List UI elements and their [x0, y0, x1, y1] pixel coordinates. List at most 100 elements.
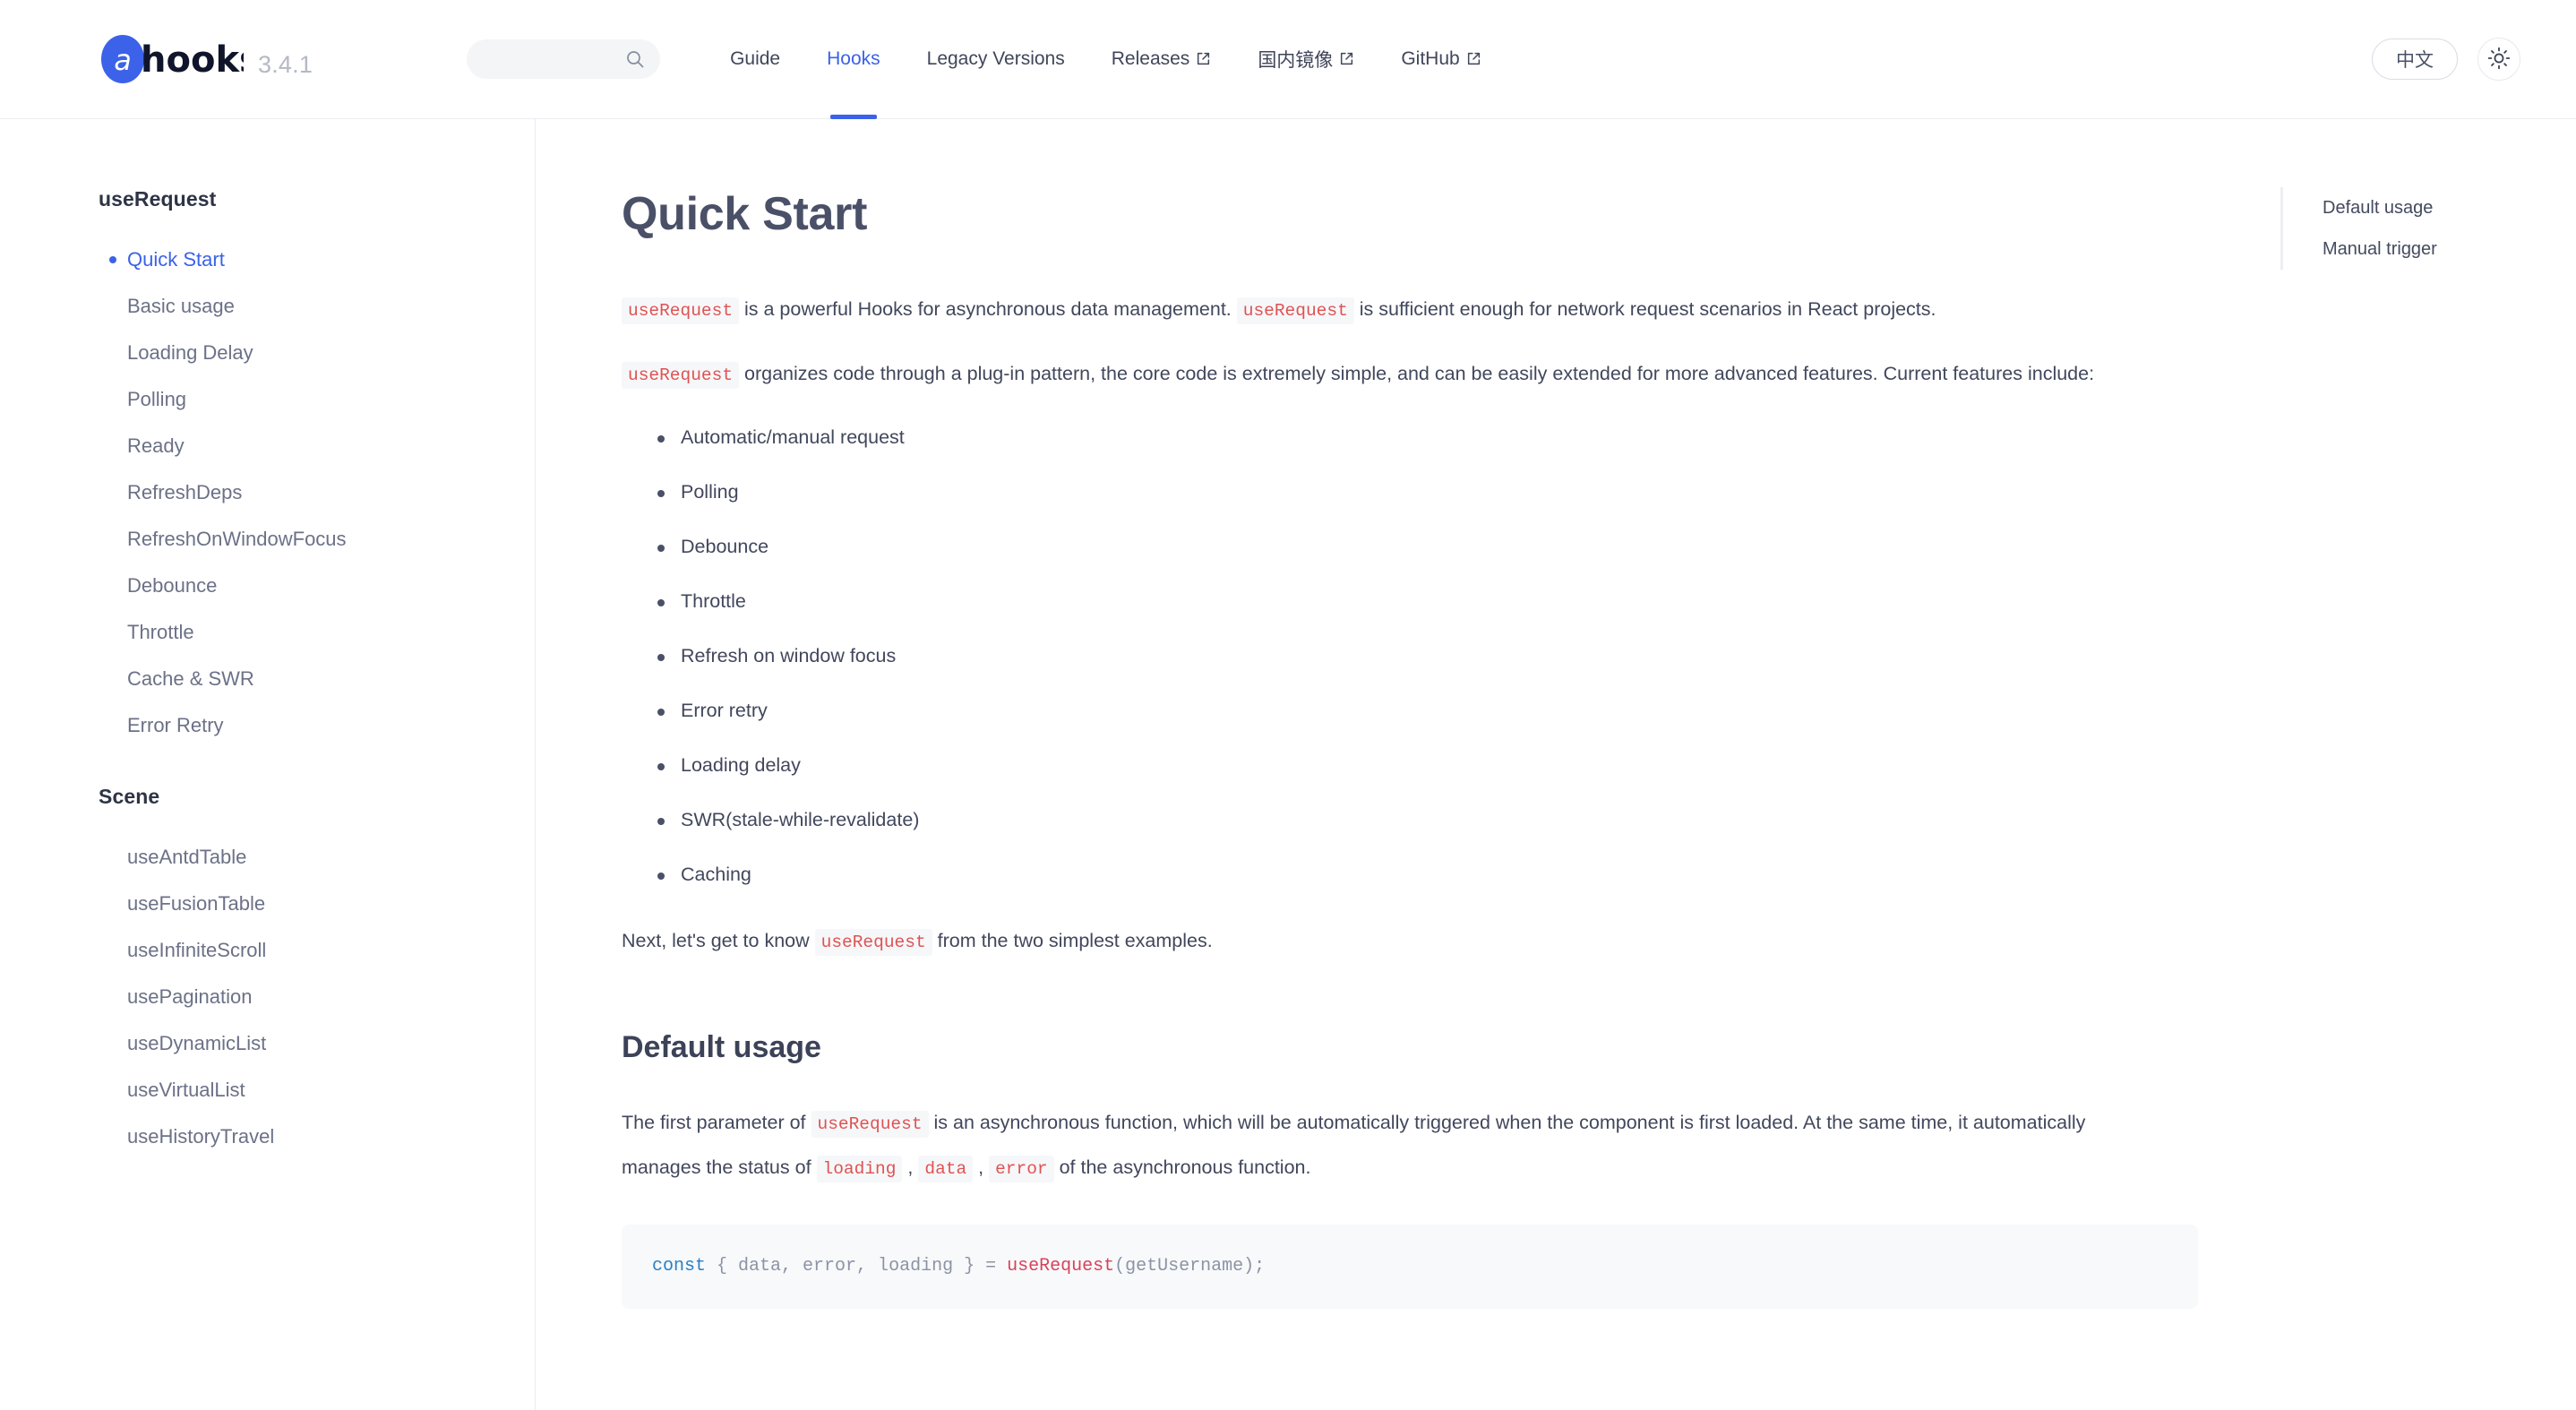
sidebar-item-label: useFusionTable: [127, 892, 266, 915]
external-link-icon: [1466, 51, 1481, 68]
paragraph-text: organizes code through a plug-in pattern…: [739, 363, 2095, 384]
inline-code: useRequest: [814, 929, 932, 956]
code-block-default-usage: const { data, error, loading } = useRequ…: [622, 1225, 2198, 1309]
sidebar-item-label: Loading Delay: [127, 341, 253, 364]
page-layout: useRequest Quick Start Basic usage Loadi…: [0, 119, 2576, 1410]
page-title: Quick Start: [622, 188, 868, 240]
nav-item-label: Hooks: [827, 48, 880, 69]
sidebar-item-label: useInfiniteScroll: [127, 939, 267, 961]
svg-text:a: a: [114, 43, 132, 77]
sidebar-item-throttle[interactable]: Throttle: [0, 609, 535, 656]
external-link-icon: [1196, 51, 1211, 68]
nav-item-label: 国内镜像: [1258, 50, 1334, 71]
nav-item-guide[interactable]: Guide: [707, 0, 803, 118]
search-input[interactable]: [485, 50, 625, 68]
code-token-keyword: const: [652, 1256, 707, 1277]
toc-item-default-usage[interactable]: Default usage: [2323, 187, 2576, 228]
search-box[interactable]: [467, 39, 661, 79]
list-item: Refresh on window focus: [654, 642, 2198, 670]
sidebar-item-loading-delay[interactable]: Loading Delay: [0, 330, 535, 376]
list-item: Throttle: [654, 588, 2198, 615]
site-header: a hooks 3.4.1 Guide Hooks Legacy Version…: [0, 0, 2576, 119]
header-actions: 中文: [2372, 38, 2528, 81]
nav-item-github[interactable]: GitHub: [1378, 0, 1504, 118]
list-item: Caching: [654, 861, 2198, 889]
nav-item-label: Releases: [1111, 48, 1190, 69]
section-title-default-usage: Default usage: [622, 1030, 821, 1064]
sidebar-item-debounce[interactable]: Debounce: [0, 563, 535, 609]
code-token-function: useRequest: [1007, 1256, 1115, 1277]
list-item: Loading delay: [654, 752, 2198, 779]
intro-paragraph-2: useRequest organizes code through a plug…: [622, 352, 2144, 397]
list-item: Debounce: [654, 533, 2198, 561]
code-token-args: (getUsername);: [1114, 1256, 1266, 1277]
sidebar-item-label: Polling: [127, 388, 187, 410]
sidebar-item-cache-and-swr[interactable]: Cache & SWR: [0, 656, 535, 702]
list-item: Polling: [654, 478, 2198, 506]
sidebar-item-useinfinitescroll[interactable]: useInfiniteScroll: [0, 927, 535, 974]
paragraph-text: of the asynchronous function.: [1053, 1156, 1311, 1178]
version-label: 3.4.1: [258, 51, 313, 78]
sidebar-item-label: Basic usage: [127, 295, 235, 317]
language-toggle-button[interactable]: 中文: [2372, 39, 2458, 80]
nav-item-label: GitHub: [1401, 48, 1460, 69]
inline-code: useRequest: [622, 297, 740, 324]
search-container: [467, 39, 661, 79]
intro-paragraph-3: Next, let's get to know useRequest from …: [622, 919, 2144, 964]
sidebar-item-refreshonwindowfocus[interactable]: RefreshOnWindowFocus: [0, 516, 535, 563]
sidebar-item-usehistorytravel[interactable]: useHistoryTravel: [0, 1113, 535, 1160]
sidebar-item-label: useVirtualList: [127, 1079, 245, 1101]
nav-item-label: Legacy Versions: [926, 48, 1065, 69]
inline-code: useRequest: [622, 362, 740, 389]
inline-code: loading: [816, 1156, 903, 1182]
search-icon[interactable]: [624, 48, 646, 70]
table-of-contents: Default usage Manual trigger: [2280, 119, 2576, 1410]
paragraph-text: from the two simplest examples.: [932, 930, 1213, 951]
sidebar-navigation: useRequest Quick Start Basic usage Loadi…: [0, 119, 536, 1410]
theme-toggle-button[interactable]: [2477, 38, 2520, 81]
list-item: Automatic/manual request: [654, 424, 2198, 451]
sidebar-item-label: Throttle: [127, 621, 194, 643]
sidebar-item-basic-usage[interactable]: Basic usage: [0, 283, 535, 330]
sidebar-item-quick-start[interactable]: Quick Start: [0, 236, 535, 283]
nav-item-releases[interactable]: Releases: [1088, 0, 1235, 118]
main-navigation: Guide Hooks Legacy Versions Releases 国内镜…: [707, 0, 1505, 119]
active-bullet-icon: [109, 256, 116, 263]
nav-item-hooks[interactable]: Hooks: [803, 0, 904, 119]
nav-item-legacy-versions[interactable]: Legacy Versions: [904, 0, 1088, 118]
sidebar-item-label: Quick Start: [127, 248, 225, 271]
sidebar-item-label: useDynamicList: [127, 1032, 267, 1054]
sidebar-item-usedynamiclist[interactable]: useDynamicList: [0, 1020, 535, 1067]
toc-item-manual-trigger[interactable]: Manual trigger: [2323, 228, 2576, 270]
sidebar-item-refreshdeps[interactable]: RefreshDeps: [0, 469, 535, 516]
sidebar-item-usepagination[interactable]: usePagination: [0, 974, 535, 1020]
nav-item-china-mirror[interactable]: 国内镜像: [1234, 0, 1378, 118]
sidebar-item-useantdtable[interactable]: useAntdTable: [0, 834, 535, 881]
sidebar-item-ready[interactable]: Ready: [0, 423, 535, 469]
sidebar-item-label: Ready: [127, 434, 185, 457]
sidebar-item-label: usePagination: [127, 985, 253, 1008]
sidebar-item-usefusiontable[interactable]: useFusionTable: [0, 881, 535, 927]
inline-code: useRequest: [811, 1111, 929, 1138]
sidebar-group-title-scene: Scene: [99, 785, 160, 808]
sidebar-item-polling[interactable]: Polling: [0, 376, 535, 423]
sidebar-item-error-retry[interactable]: Error Retry: [0, 702, 535, 749]
sidebar-item-label: RefreshOnWindowFocus: [127, 528, 347, 550]
inline-code: data: [918, 1156, 974, 1182]
paragraph-text: Next, let's get to know: [622, 930, 815, 951]
sidebar-item-usevirtuallist[interactable]: useVirtualList: [0, 1067, 535, 1113]
paragraph-text: is a powerful Hooks for asynchronous dat…: [739, 298, 1237, 320]
inline-code: error: [989, 1156, 1054, 1182]
sidebar-item-label: useAntdTable: [127, 846, 247, 868]
external-link-icon: [1339, 51, 1354, 68]
paragraph-text: is sufficient enough for network request…: [1353, 298, 1936, 320]
nav-item-label: Guide: [730, 48, 781, 69]
paragraph-text: The first parameter of: [622, 1112, 811, 1133]
ahooks-logo-icon: a hooks: [99, 34, 244, 84]
brand-logo-link[interactable]: a hooks 3.4.1: [99, 34, 313, 84]
list-item: Error retry: [654, 697, 2198, 725]
inline-code: useRequest: [1236, 297, 1354, 324]
code-token-destructure: { data, error, loading }: [717, 1256, 975, 1277]
paragraph-text: ,: [973, 1156, 990, 1178]
code-token-operator: =: [985, 1256, 997, 1277]
